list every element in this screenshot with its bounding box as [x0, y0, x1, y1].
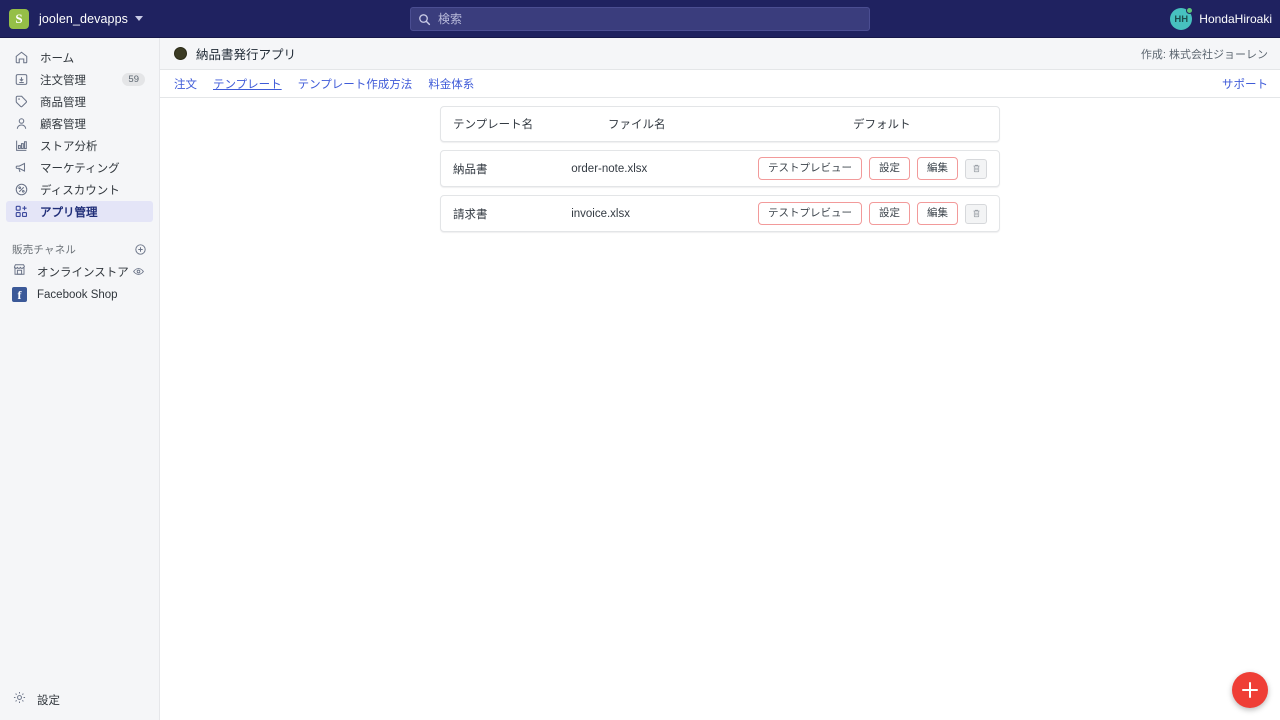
gear-icon: [12, 690, 27, 710]
template-name-cell: 請求書: [453, 208, 488, 221]
avatar-status-dot: [1186, 7, 1194, 14]
sidebar-item-label: 顧客管理: [40, 118, 86, 131]
user-menu[interactable]: HH HondaHiroaki: [1170, 0, 1272, 38]
sidebar-divider-gap: [0, 223, 159, 235]
orders-icon: [12, 71, 30, 89]
template-name-cell: 納品書: [453, 163, 488, 176]
user-name-label: HondaHiroaki: [1199, 12, 1272, 26]
tag-icon: [12, 93, 30, 111]
bar-chart-icon: [12, 137, 30, 155]
sidebar-item-label: ホーム: [40, 52, 75, 65]
column-header-default: デフォルト: [853, 119, 911, 131]
tab-orders[interactable]: 注文: [174, 76, 197, 92]
eye-icon[interactable]: [132, 265, 145, 278]
sidebar-item-orders[interactable]: 注文管理 59: [6, 69, 153, 90]
sidebar-item-label: 商品管理: [40, 96, 86, 109]
column-header-template-name: テンプレート名: [453, 119, 534, 131]
test-preview-button[interactable]: テストプレビュー: [758, 157, 862, 180]
table-row: 請求書 invoice.xlsx テストプレビュー 設定 編集: [440, 195, 1000, 232]
file-name-cell: invoice.xlsx: [571, 207, 630, 220]
plus-icon: [1248, 682, 1252, 698]
table-header-row: テンプレート名 ファイル名 デフォルト: [441, 107, 999, 141]
trash-icon[interactable]: [965, 158, 987, 179]
sidebar-item-home[interactable]: ホーム: [6, 47, 153, 68]
main-content: 納品書発行アプリ 作成: 株式会社ジョーレン 注文 テンプレート テンプレート作…: [160, 38, 1280, 720]
table-row: 納品書 order-note.xlsx テストプレビュー 設定 編集: [440, 150, 1000, 187]
sidebar-item-label: ストア分析: [40, 140, 98, 153]
sidebar-item-label: マーケティング: [40, 162, 120, 175]
app-tab-bar: 注文 テンプレート テンプレート作成方法 料金体系 サポート: [160, 70, 1280, 98]
sidebar-nav-list: ホーム 注文管理 59 商品管理 顧客管理 ストア分析 マーケティング ディスカ…: [0, 38, 159, 222]
settings-button[interactable]: 設定: [869, 157, 910, 180]
sidebar-item-facebook-shop[interactable]: f Facebook Shop: [6, 284, 153, 305]
app-author-label: 作成: 株式会社ジョーレン: [1140, 48, 1268, 61]
settings-button[interactable]: 設定: [869, 202, 910, 225]
template-row-invoice: 請求書 invoice.xlsx テストプレビュー 設定 編集: [441, 196, 999, 231]
edit-button[interactable]: 編集: [917, 202, 958, 225]
support-link[interactable]: サポート: [1222, 76, 1268, 92]
megaphone-icon: [12, 159, 30, 177]
search-input[interactable]: [438, 12, 838, 26]
apps-grid-icon: [12, 203, 30, 221]
row-actions: テストプレビュー 設定 編集: [758, 157, 987, 180]
top-bar: S joolen_devapps HH HondaHiroaki: [0, 0, 1280, 38]
avatar-initials: HH: [1174, 13, 1189, 25]
app-header: 納品書発行アプリ 作成: 株式会社ジョーレン: [160, 38, 1280, 70]
sidebar-item-label: オンラインストア: [37, 266, 129, 279]
column-header-file-name: ファイル名: [608, 119, 666, 131]
search-bar[interactable]: [410, 7, 870, 31]
templates-table: テンプレート名 ファイル名 デフォルト 納品書 order-note.xlsx …: [160, 98, 1280, 232]
plus-circle-icon[interactable]: [134, 243, 147, 256]
page-title: 納品書発行アプリ: [196, 48, 297, 62]
sidebar-item-customers[interactable]: 顧客管理: [6, 113, 153, 134]
sidebar-item-discounts[interactable]: ディスカウント: [6, 179, 153, 200]
sidebar-item-label: Facebook Shop: [37, 288, 118, 301]
row-actions: テストプレビュー 設定 編集: [758, 202, 987, 225]
sales-channel-title: 販売チャネル: [12, 243, 77, 256]
shop-name-label: joolen_devapps: [39, 11, 128, 26]
add-template-fab[interactable]: [1232, 672, 1268, 708]
template-row-order-note: 納品書 order-note.xlsx テストプレビュー 設定 編集: [441, 151, 999, 186]
sidebar-item-marketing[interactable]: マーケティング: [6, 157, 153, 178]
facebook-icon: f: [12, 287, 27, 302]
shopify-logo-icon: S: [9, 8, 29, 29]
sidebar-item-products[interactable]: 商品管理: [6, 91, 153, 112]
sales-channel-section-header: 販売チャネル: [0, 239, 159, 259]
avatar: HH: [1170, 7, 1194, 30]
tab-pricing[interactable]: 料金体系: [428, 76, 474, 92]
person-icon: [12, 115, 30, 133]
sidebar-item-label: アプリ管理: [40, 206, 98, 219]
sidebar: ホーム 注文管理 59 商品管理 顧客管理 ストア分析 マーケティング ディスカ…: [0, 38, 160, 720]
tab-templates[interactable]: テンプレート: [213, 76, 282, 92]
tab-how-to-create-template[interactable]: テンプレート作成方法: [298, 76, 413, 92]
test-preview-button[interactable]: テストプレビュー: [758, 202, 862, 225]
sidebar-item-label: 注文管理: [40, 74, 86, 87]
edit-button[interactable]: 編集: [917, 157, 958, 180]
sidebar-item-label: ディスカウント: [40, 184, 120, 197]
trash-icon[interactable]: [965, 203, 987, 224]
table-header-card: テンプレート名 ファイル名 デフォルト: [440, 106, 1000, 142]
orders-badge: 59: [122, 73, 145, 86]
app-circle-icon: [174, 47, 187, 60]
sidebar-item-analytics[interactable]: ストア分析: [6, 135, 153, 156]
search-icon: [418, 13, 431, 26]
file-name-cell: order-note.xlsx: [571, 162, 648, 175]
home-icon: [12, 49, 30, 67]
discount-icon: [12, 181, 30, 199]
chevron-down-icon[interactable]: [134, 16, 143, 21]
sidebar-item-online-store[interactable]: オンラインストア: [6, 261, 153, 282]
storefront-icon: [12, 262, 27, 282]
sidebar-item-label: 設定: [37, 694, 60, 707]
sidebar-item-settings[interactable]: 設定: [6, 689, 154, 710]
sidebar-item-apps[interactable]: アプリ管理: [6, 201, 153, 222]
